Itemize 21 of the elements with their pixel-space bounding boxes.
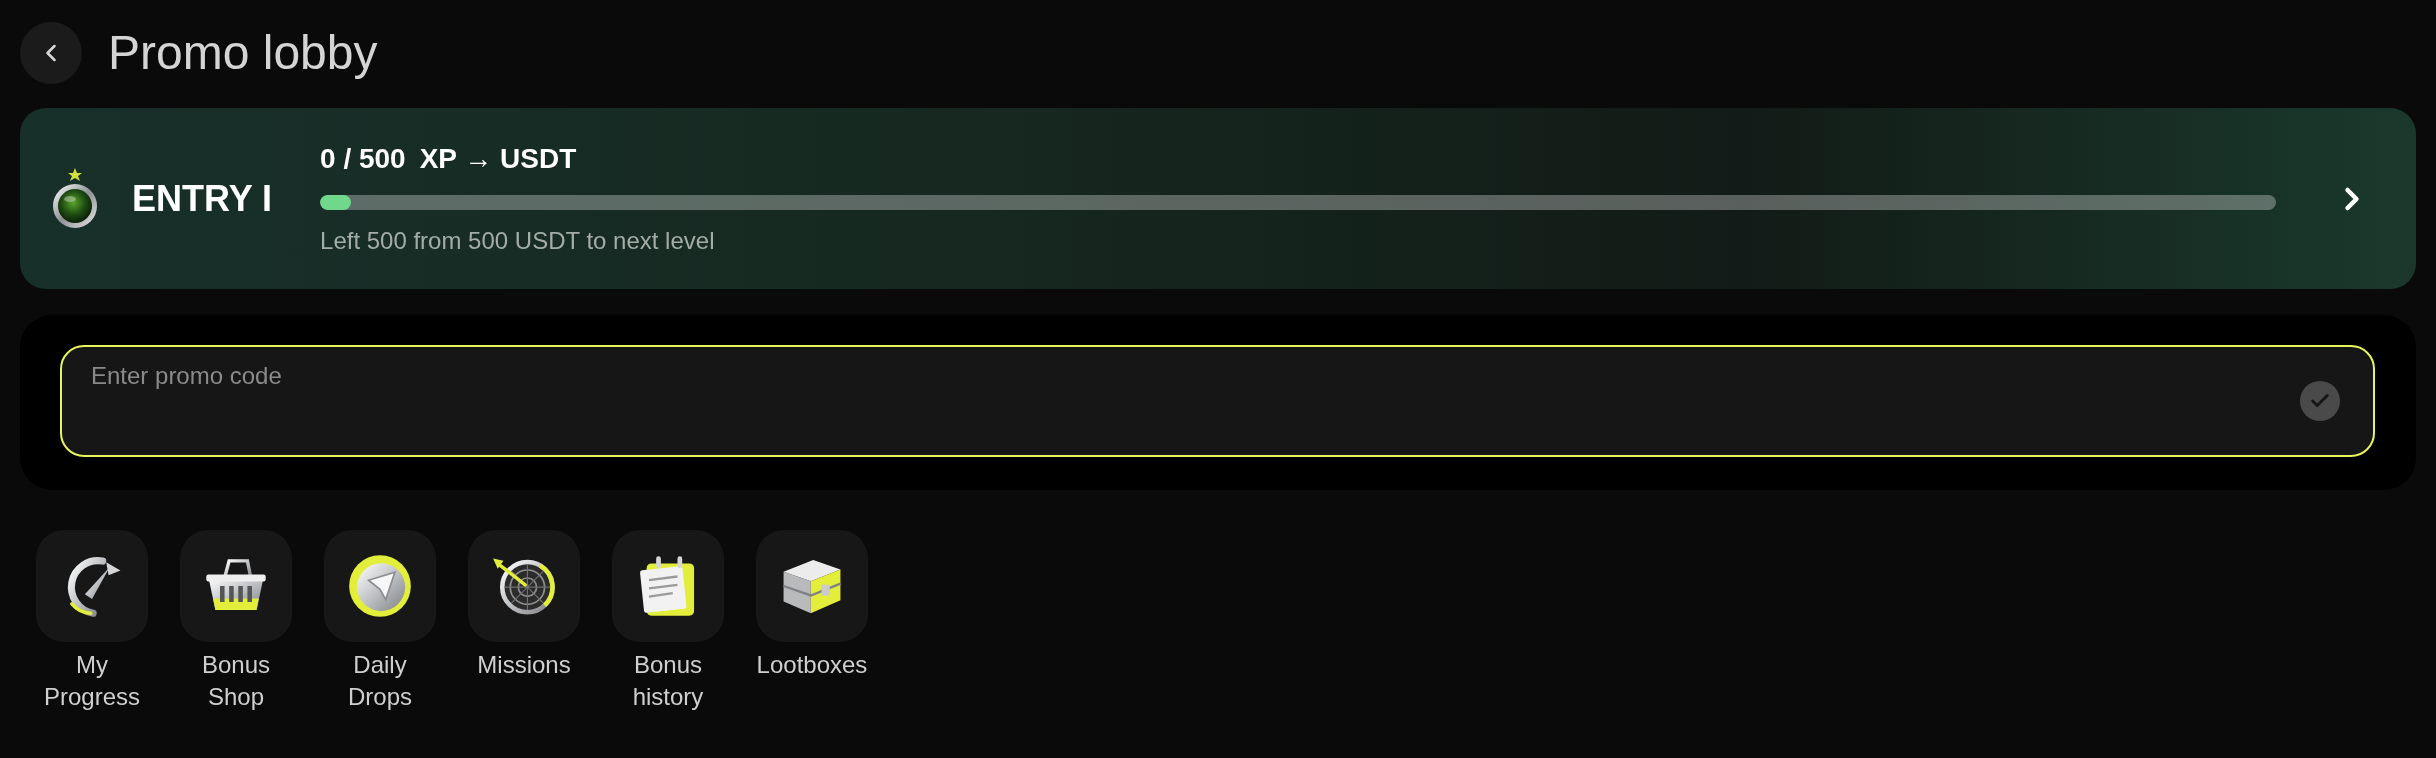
xp-conversion: XP → USDT (419, 141, 577, 176)
remaining-text: Left 500 from 500 USDT to next level (320, 225, 716, 256)
shortcut-label: My Progress (42, 650, 141, 712)
shortcut-tile[interactable] (36, 530, 148, 642)
shortcut-label: Lootboxes (755, 650, 869, 680)
shortcut-tile[interactable] (756, 530, 868, 642)
shortcut-tile[interactable] (612, 530, 724, 642)
shortcut-label: Missions (476, 650, 572, 680)
page-title: Promo lobby (108, 25, 378, 81)
shortcut-tile[interactable] (180, 530, 292, 642)
xp-value: 0 / 500 (320, 141, 406, 176)
promo-code-field[interactable]: Enter promo code (60, 345, 2375, 457)
coin-icon (348, 554, 412, 618)
shortcut-label: Daily Drops (347, 650, 413, 712)
shortcut-label: Bonus Shop (200, 650, 272, 712)
level-name: ENTRY I (132, 176, 273, 221)
shortcut-label: Bonus history (631, 650, 705, 712)
shortcut-tile[interactable] (324, 530, 436, 642)
level-card[interactable]: ENTRY I 0 / 500 XP → USDT Left 500 from 500 USDT to next level (20, 108, 2416, 289)
shortcut-tile[interactable] (468, 530, 580, 642)
medal-icon (50, 167, 100, 230)
